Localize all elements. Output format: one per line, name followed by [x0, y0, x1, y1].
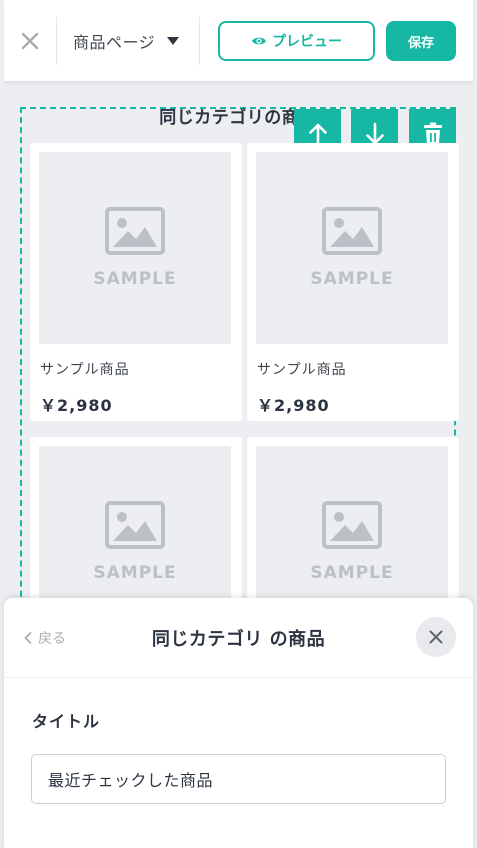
image-placeholder-icon: [105, 207, 165, 255]
close-button[interactable]: [4, 0, 56, 82]
image-placeholder-icon: [322, 207, 382, 255]
selected-section[interactable]: 同じカテゴリの商品 SAMPLE サンプル商品 ￥2,980 SAMPLE サン…: [20, 107, 459, 638]
product-name: サンプル商品: [40, 362, 130, 378]
sheet-header: 戻る 同じカテゴリ の商品: [4, 598, 473, 678]
close-icon: [21, 32, 39, 49]
product-card[interactable]: SAMPLE サンプル商品 ￥2,980: [30, 143, 242, 421]
preview-button[interactable]: プレビュー: [218, 21, 375, 61]
eye-icon: [252, 37, 266, 45]
save-button[interactable]: 保存: [386, 21, 456, 61]
title-field-label: タイトル: [32, 712, 101, 731]
product-image: SAMPLE: [256, 152, 448, 344]
sample-text: SAMPLE: [93, 563, 177, 583]
image-placeholder-icon: [105, 501, 165, 549]
page-select-dropdown[interactable]: 商品ページ: [57, 0, 199, 82]
product-card[interactable]: SAMPLE サンプル商品 ￥2,980: [247, 143, 459, 421]
image-placeholder-icon: [322, 501, 382, 549]
sample-text: SAMPLE: [93, 269, 177, 289]
preview-label: プレビュー: [272, 34, 342, 50]
sample-text: SAMPLE: [310, 563, 394, 583]
divider: [199, 16, 200, 65]
settings-sheet: 戻る 同じカテゴリ の商品 タイトル: [4, 598, 473, 848]
top-bar: 商品ページ プレビュー 保存: [4, 0, 473, 82]
product-name: サンプル商品: [257, 362, 347, 378]
caret-down-icon: [167, 36, 180, 45]
close-icon: [429, 630, 443, 644]
product-price: ￥2,980: [40, 396, 113, 415]
app-frame: 商品ページ プレビュー 保存 同じカテゴリの商品 SAMPLE サンプル商品 ￥…: [0, 0, 477, 848]
sheet-title: 同じカテゴリ の商品: [151, 629, 326, 650]
sheet-close-button[interactable]: [416, 617, 456, 657]
page-select-label: 商品ページ: [73, 32, 156, 52]
title-input[interactable]: [31, 754, 446, 804]
save-label: 保存: [407, 35, 434, 51]
sample-text: SAMPLE: [310, 269, 394, 289]
product-price: ￥2,980: [257, 396, 330, 415]
product-image: SAMPLE: [39, 152, 231, 344]
